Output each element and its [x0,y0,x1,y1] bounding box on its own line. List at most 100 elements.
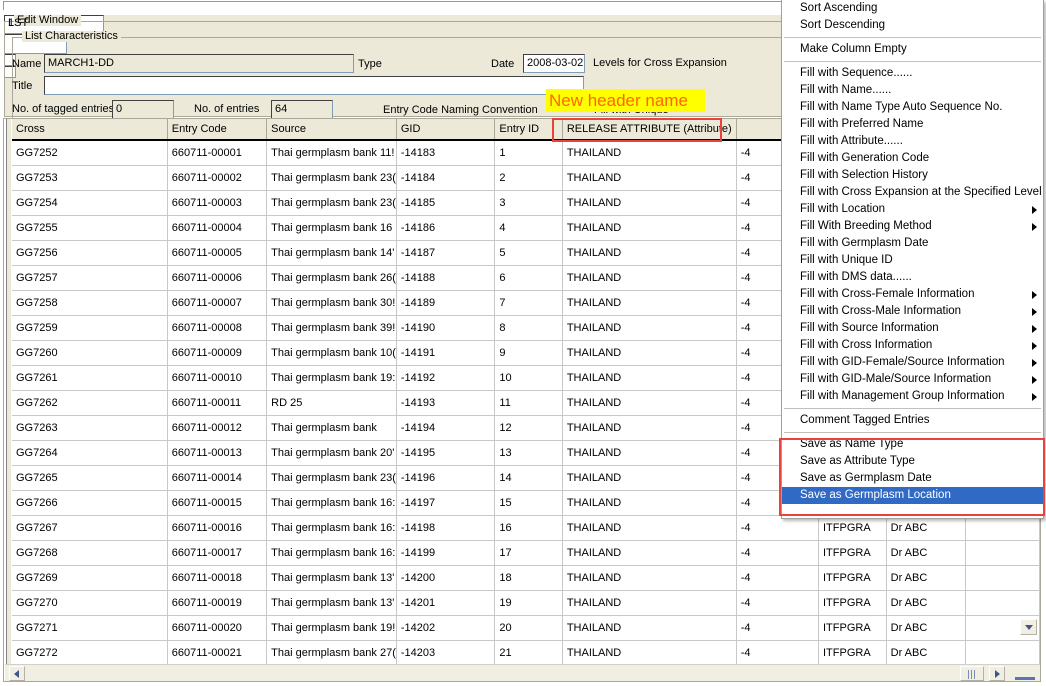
table-cell[interactable]: 660711-00003 [167,190,268,216]
menu-item-fill-with-selection-history[interactable]: Fill with Selection History [782,167,1043,184]
table-cell[interactable]: 11 [494,390,563,416]
table-cell[interactable]: 660711-00015 [167,490,268,516]
table-cell[interactable] [965,640,1040,666]
table-cell[interactable]: ITFPGRA [818,615,887,641]
table-cell[interactable]: 660711-00011 [167,390,268,416]
menu-item-fill-with-germplasm-date[interactable]: Fill with Germplasm Date [782,235,1043,252]
table-cell[interactable]: THAILAND [562,565,737,591]
table-row[interactable]: GG7270 660711-00019 Thai germplasm bank 13… [12,590,1040,616]
table-cell[interactable]: -14192 [396,365,496,391]
table-cell[interactable]: 10 [494,365,563,391]
table-cell[interactable]: 660711-00002 [167,165,268,191]
table-cell[interactable]: Thai germplasm bank 30! [266,290,397,316]
table-cell[interactable]: -14200 [396,565,496,591]
table-cell[interactable] [965,590,1040,616]
table-cell[interactable]: Thai germplasm bank 39! [266,315,397,341]
grid-column-header-release-attribute-attribute[interactable]: RELEASE ATTRIBUTE (Attribute) [562,119,737,141]
table-cell[interactable]: 1 [494,140,563,166]
table-cell[interactable]: -14183 [396,140,496,166]
table-cell[interactable]: 660711-00004 [167,215,268,241]
table-cell[interactable]: 660711-00006 [167,265,268,291]
column-context-menu[interactable]: Sort Ascending Sort Descending Make Column… [781,0,1044,519]
menu-item-fill-with-sequence[interactable]: Fill with Sequence...... [782,65,1043,82]
menu-item-fill-with-management-group-information[interactable]: Fill with Management Group Information [782,388,1043,405]
table-cell[interactable]: THAILAND [562,540,737,566]
table-cell[interactable]: Thai germplasm bank 16: [266,515,397,541]
table-cell[interactable]: GG7257 [12,265,168,291]
menu-item-fill-with-gid-male-source-information[interactable]: Fill with GID-Male/Source Information [782,371,1043,388]
table-cell[interactable]: THAILAND [562,190,737,216]
table-cell[interactable]: -14191 [396,340,496,366]
table-cell[interactable]: -14190 [396,315,496,341]
menu-item-fill-with-location[interactable]: Fill with Location [782,201,1043,218]
menu-item-fill-with-dms-data[interactable]: Fill with DMS data...... [782,269,1043,286]
table-cell[interactable]: 8 [494,315,563,341]
grid-column-header-cross[interactable]: Cross [12,119,168,141]
table-cell[interactable]: THAILAND [562,465,737,491]
table-cell[interactable]: -14187 [396,240,496,266]
table-cell[interactable]: -14193 [396,390,496,416]
menu-item-fill-with-breeding-method[interactable]: Fill With Breeding Method [782,218,1043,235]
table-cell[interactable]: GG7262 [12,390,168,416]
table-cell[interactable]: GG7256 [12,240,168,266]
table-cell[interactable]: RD 25 [266,390,397,416]
table-cell[interactable]: Thai germplasm bank 16 [266,215,397,241]
scrollbar-thumb[interactable] [960,666,984,681]
table-cell[interactable]: 7 [494,290,563,316]
menu-item-save-as-germplasm-location[interactable]: Save as Germplasm Location [782,487,1043,504]
table-cell[interactable]: -14198 [396,515,496,541]
table-cell[interactable]: 12 [494,415,563,441]
table-cell[interactable]: 660711-00010 [167,365,268,391]
menu-item-fill-with-cross-female-information[interactable]: Fill with Cross-Female Information [782,286,1043,303]
table-cell[interactable]: THAILAND [562,215,737,241]
table-cell[interactable]: 660711-00017 [167,540,268,566]
table-cell[interactable] [965,565,1040,591]
table-cell[interactable]: 660711-00013 [167,440,268,466]
table-cell[interactable]: Thai germplasm bank 23( [266,165,397,191]
table-cell[interactable]: THAILAND [562,415,737,441]
table-cell[interactable]: 660711-00019 [167,590,268,616]
menu-item-fill-with-name[interactable]: Fill with Name...... [782,82,1043,99]
table-cell[interactable]: ITFPGRA [818,640,887,666]
menu-item-fill-with-unique-id[interactable]: Fill with Unique ID [782,252,1043,269]
table-cell[interactable]: 16 [494,515,563,541]
table-cell[interactable]: Dr ABC [886,540,966,566]
table-cell[interactable]: ITFPGRA [818,565,887,591]
table-cell[interactable]: THAILAND [562,490,737,516]
table-cell[interactable]: -14185 [396,190,496,216]
menu-item-fill-with-preferred-name[interactable]: Fill with Preferred Name [782,116,1043,133]
table-cell[interactable]: 6 [494,265,563,291]
table-cell[interactable]: 17 [494,540,563,566]
grid-column-header-entry-id[interactable]: Entry ID [494,119,563,141]
table-cell[interactable]: Thai germplasm bank 19! [266,615,397,641]
name-field[interactable]: MARCH1-DD [44,54,354,73]
table-cell[interactable]: 660711-00008 [167,315,268,341]
table-cell[interactable]: 20 [494,615,563,641]
table-cell[interactable]: GG7263 [12,415,168,441]
menu-item-fill-with-attribute[interactable]: Fill with Attribute...... [782,133,1043,150]
table-cell[interactable]: -14203 [396,640,496,666]
table-row[interactable]: GG7272 660711-00021 Thai germplasm bank 27… [12,640,1040,666]
table-cell[interactable]: 13 [494,440,563,466]
table-cell[interactable]: THAILAND [562,515,737,541]
table-cell[interactable]: -4 [736,565,820,591]
table-cell[interactable]: Thai germplasm bank 10( [266,340,397,366]
table-cell[interactable]: -14197 [396,490,496,516]
menu-item-save-as-germplasm-date[interactable]: Save as Germplasm Date [782,470,1043,487]
table-cell[interactable]: -14184 [396,165,496,191]
table-cell[interactable]: -4 [736,615,820,641]
table-cell[interactable]: ITFPGRA [818,540,887,566]
table-cell[interactable]: -14194 [396,415,496,441]
table-cell[interactable]: THAILAND [562,240,737,266]
table-cell[interactable]: THAILAND [562,440,737,466]
table-cell[interactable]: THAILAND [562,340,737,366]
table-cell[interactable]: Thai germplasm bank 13' [266,565,397,591]
table-cell[interactable]: 660711-00016 [167,515,268,541]
menu-item-fill-with-generation-code[interactable]: Fill with Generation Code [782,150,1043,167]
table-cell[interactable]: GG7258 [12,290,168,316]
menu-item-fill-with-cross-male-information[interactable]: Fill with Cross-Male Information [782,303,1043,320]
table-cell[interactable]: THAILAND [562,265,737,291]
horizontal-scrollbar[interactable] [5,664,1040,681]
table-cell[interactable]: GG7265 [12,465,168,491]
table-row[interactable]: GG7271 660711-00020 Thai germplasm bank 19… [12,615,1040,641]
